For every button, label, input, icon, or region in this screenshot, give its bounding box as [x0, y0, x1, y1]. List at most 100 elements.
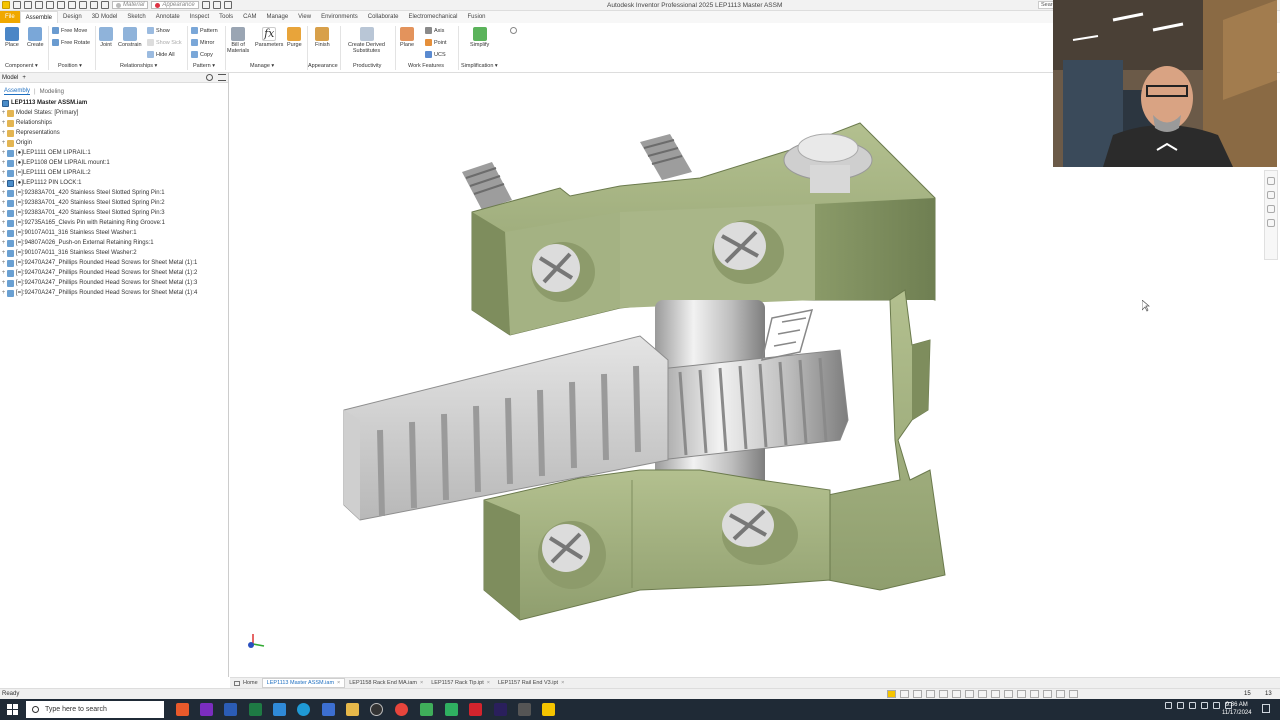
group-relationships[interactable]: Relationships ▾ — [120, 63, 157, 69]
tree-node[interactable]: + [=]:92470A247_Phillips Rounded Head Scr… — [0, 288, 228, 298]
edge-icon[interactable] — [297, 703, 310, 716]
plane-button[interactable]: Plane — [400, 27, 414, 48]
expand-icon[interactable]: + — [0, 270, 7, 276]
free-rotate-button[interactable]: Free Rotate — [52, 39, 90, 46]
tree-node[interactable]: + [=]:92470A247_Phillips Rounded Head Scr… — [0, 258, 228, 268]
settings-dropdown[interactable] — [510, 27, 517, 34]
document-tab[interactable]: LEP1157 Rack Tip.ipt × — [427, 678, 494, 688]
acrobat-icon[interactable] — [469, 703, 482, 716]
app-icon-9[interactable] — [370, 703, 383, 716]
zoom-icon[interactable] — [1267, 191, 1275, 199]
tray-chevron-icon[interactable] — [1165, 702, 1172, 709]
close-tab-icon[interactable]: × — [420, 678, 423, 688]
tree-node[interactable]: + Origin — [0, 138, 228, 148]
expand-icon[interactable] — [1056, 690, 1065, 698]
tray-icon-2[interactable] — [1189, 702, 1196, 709]
layout-icon[interactable] — [991, 690, 1000, 698]
document-tab[interactable]: LEP1158 Rack End MA.iam × — [345, 678, 427, 688]
tree-node[interactable]: + [=]:92470A247_Phillips Rounded Head Scr… — [0, 268, 228, 278]
app-icon-7[interactable] — [322, 703, 335, 716]
parameters-button[interactable]: fx Parameters — [255, 27, 283, 48]
expand-icon[interactable]: + — [0, 160, 7, 166]
tab-annotate[interactable]: Annotate — [151, 11, 185, 23]
tab-sketch[interactable]: Sketch — [122, 11, 150, 23]
grid-icon[interactable] — [965, 690, 974, 698]
shape-icon[interactable] — [978, 690, 987, 698]
redo-icon[interactable] — [57, 1, 65, 9]
expand-icon[interactable]: + — [0, 250, 7, 256]
finish-button[interactable]: Finish — [315, 27, 330, 48]
save-status-icon[interactable] — [900, 690, 909, 698]
file-explorer-icon[interactable] — [346, 703, 359, 716]
tab-modeling[interactable]: Modeling — [40, 89, 64, 95]
tree-node[interactable]: + Model States: [Primary] — [0, 108, 228, 118]
tree-node[interactable]: + [=]:92383A701_420 Stainless Steel Slott… — [0, 198, 228, 208]
document-tab[interactable]: LEP1157 Rail End V3.ipt × — [494, 678, 568, 688]
tab-inspect[interactable]: Inspect — [185, 11, 214, 23]
purge-button[interactable]: Purge — [287, 27, 302, 48]
cube-icon[interactable] — [1069, 690, 1078, 698]
adjust-icon[interactable] — [212, 1, 221, 9]
rotate-icon[interactable] — [1030, 690, 1039, 698]
expand-icon[interactable]: + — [0, 280, 7, 286]
copy-button[interactable]: Copy — [191, 51, 213, 58]
search-icon[interactable] — [206, 74, 213, 81]
tab-cam[interactable]: CAM — [238, 11, 261, 23]
save-icon[interactable] — [35, 1, 43, 9]
create-button[interactable]: Create — [27, 27, 44, 48]
volume-icon[interactable] — [1201, 702, 1208, 709]
expand-icon[interactable]: + — [0, 260, 7, 266]
group-pattern[interactable]: Pattern ▾ — [193, 63, 215, 69]
onenote-icon[interactable] — [200, 703, 213, 716]
fx-icon[interactable] — [223, 1, 232, 9]
tab-assemble[interactable]: Assemble — [19, 11, 59, 23]
tree-node[interactable]: + Representations — [0, 128, 228, 138]
browser-add-button[interactable]: + — [22, 75, 26, 81]
free-move-button[interactable]: Free Move — [52, 27, 87, 34]
tab-design[interactable]: Design — [58, 11, 87, 23]
inventor-taskbar-icon[interactable] — [542, 703, 555, 716]
tree-root[interactable]: LEP1113 Master ASSM.iam — [0, 98, 228, 108]
create-derived-substitutes-button[interactable]: Create Derived Substitutes — [348, 27, 385, 54]
taskbar-search[interactable]: Type here to search — [26, 701, 164, 718]
app-icon-15[interactable] — [518, 703, 531, 716]
menu-icon[interactable] — [218, 74, 226, 81]
ucs-button[interactable]: UCS — [425, 51, 446, 58]
app-icon-5[interactable] — [273, 703, 286, 716]
bill-of-materials-button[interactable]: Bill of Materials — [227, 27, 249, 54]
show-button[interactable]: Show — [147, 27, 170, 34]
point-button[interactable]: Point — [425, 39, 447, 46]
pattern-button[interactable]: Pattern — [191, 27, 218, 34]
tab-assembly[interactable]: Assembly — [4, 88, 31, 95]
app-icon-1[interactable] — [176, 703, 189, 716]
appearance-dropdown[interactable]: Appearance — [151, 1, 199, 9]
close-tab-icon[interactable]: × — [487, 678, 490, 688]
network-icon[interactable] — [1213, 702, 1220, 709]
arrange-icon[interactable] — [939, 690, 948, 698]
measure-icon[interactable] — [101, 1, 109, 9]
tab-electromechanical[interactable]: Electromechanical — [403, 11, 462, 23]
app-icon-12[interactable] — [445, 703, 458, 716]
open-icon[interactable] — [24, 1, 32, 9]
tray-icon-1[interactable] — [1177, 702, 1184, 709]
hide-all-button[interactable]: Hide All — [147, 51, 175, 58]
window-icon[interactable] — [952, 690, 961, 698]
tree-node[interactable]: + [●]LEP1112 PIN LOCK:1 — [0, 178, 228, 188]
group-manage[interactable]: Manage ▾ — [250, 63, 274, 69]
tab-3d-model[interactable]: 3D Model — [87, 11, 123, 23]
word-icon[interactable] — [224, 703, 237, 716]
look-at-icon[interactable] — [1267, 219, 1275, 227]
select-icon[interactable] — [90, 1, 98, 9]
perspective-icon[interactable] — [1017, 690, 1026, 698]
group-position[interactable]: Position ▾ — [58, 63, 82, 69]
document-tab[interactable]: LEP1113 Master ASSM.iam × — [261, 678, 346, 688]
tab-view[interactable]: View — [293, 11, 316, 23]
tree-node[interactable]: + [=]:90107A011_316 Stainless Steel Washe… — [0, 248, 228, 258]
expand-icon[interactable]: + — [0, 200, 7, 206]
expand-icon[interactable]: + — [0, 140, 7, 146]
tree-node[interactable]: + [=]:94807A026_Push-on External Retainin… — [0, 238, 228, 248]
close-tab-icon[interactable]: × — [561, 678, 564, 688]
home-tab[interactable]: Home — [230, 678, 262, 688]
new-icon[interactable] — [13, 1, 21, 9]
tab-file[interactable]: File — [0, 11, 20, 23]
